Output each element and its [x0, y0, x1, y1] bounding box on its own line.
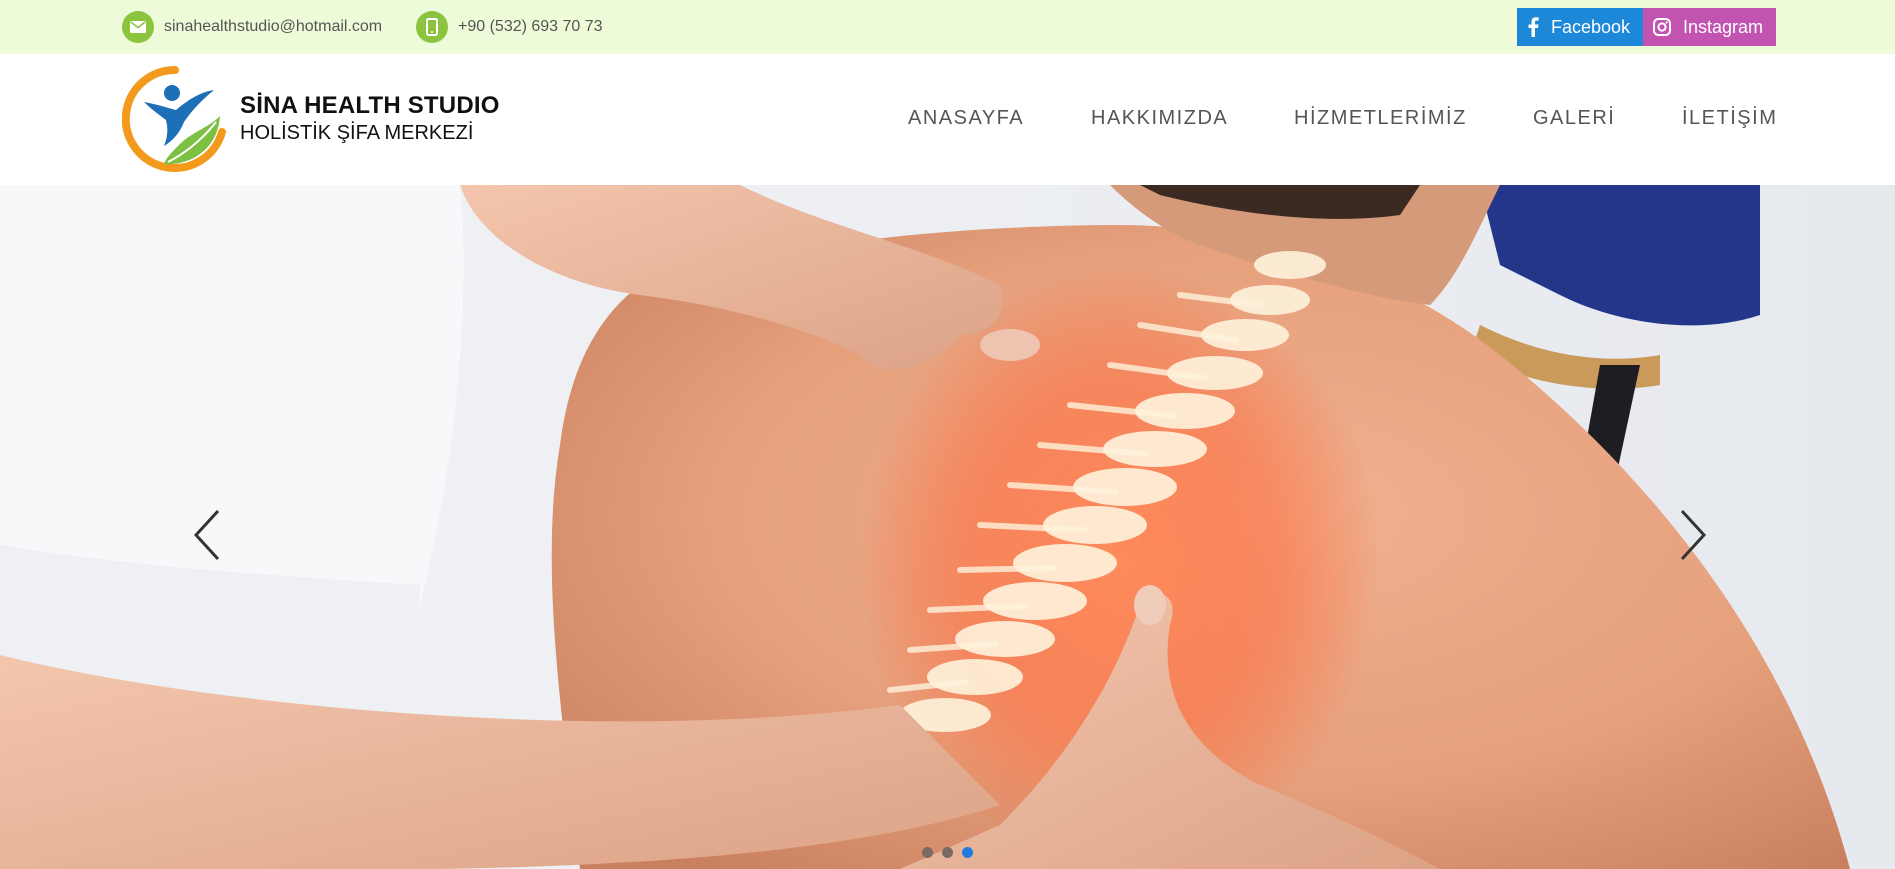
instagram-label: Instagram	[1683, 16, 1764, 37]
slide-indicator-3[interactable]	[962, 847, 973, 858]
phone-text[interactable]: +90 (532) 693 70 73	[458, 18, 603, 36]
person-leaf-logo[interactable]	[122, 66, 228, 172]
nav-item-anasayfa[interactable]: ANASAYFA	[908, 107, 1024, 130]
back-massage-spine-image	[0, 185, 1895, 869]
brand-title[interactable]: SİNA HEALTH STUDIO	[240, 92, 500, 120]
nav-item-hizmetlerimiz[interactable]: HİZMETLERİMİZ	[1294, 107, 1467, 130]
mobile-phone-icon	[416, 11, 448, 43]
nav-item-galeri[interactable]: GALERİ	[1533, 107, 1615, 130]
site-header: SİNA HEALTH STUDIO HOLİSTİK ŞİFA MERKEZİ…	[0, 54, 1895, 185]
nav-item-iletisim[interactable]: İLETİŞİM	[1682, 107, 1777, 130]
instagram-button[interactable]: Instagram	[1643, 8, 1776, 46]
envelope-icon	[122, 11, 154, 43]
chevron-left-icon[interactable]	[188, 505, 228, 565]
instagram-icon	[1653, 18, 1671, 36]
nav-item-hakkimizda[interactable]: HAKKIMIZDA	[1091, 107, 1228, 130]
slide-indicator-2[interactable]	[942, 847, 953, 858]
brand-subtitle: HOLİSTİK ŞİFA MERKEZİ	[240, 122, 474, 144]
contact-email[interactable]: sinahealthstudio@hotmail.com	[122, 11, 382, 43]
contact-phone[interactable]: +90 (532) 693 70 73	[416, 11, 603, 43]
chevron-right-icon[interactable]	[1672, 505, 1712, 565]
top-bar: sinahealthstudio@hotmail.com +90 (532) 6…	[0, 0, 1895, 54]
slide-indicator-1[interactable]	[922, 847, 933, 858]
facebook-icon	[1527, 17, 1539, 37]
slider-indicators	[922, 847, 973, 858]
facebook-label: Facebook	[1551, 16, 1631, 37]
hero-slider	[0, 185, 1895, 869]
email-text[interactable]: sinahealthstudio@hotmail.com	[164, 18, 382, 36]
facebook-button[interactable]: Facebook	[1517, 8, 1643, 46]
